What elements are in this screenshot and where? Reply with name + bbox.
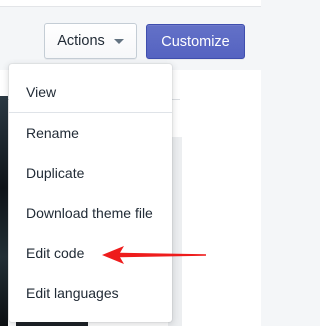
theme-preview-image [0,96,8,326]
customize-button[interactable]: Customize [146,24,245,59]
menu-divider [9,112,172,113]
menu-item-edit-languages[interactable]: Edit languages [9,275,172,311]
actions-button[interactable]: Actions [44,23,137,59]
annotation-arrow-icon [102,246,206,264]
menu-item-view[interactable]: View [9,74,172,110]
menu-item-duplicate[interactable]: Duplicate [9,155,172,191]
menu-item-rename[interactable]: Rename [9,115,172,151]
menu-item-download-theme-file[interactable]: Download theme file [9,195,172,231]
page-header-band [0,0,261,7]
actions-button-label: Actions [57,33,105,49]
actions-dropdown-menu: View Rename Duplicate Download theme fil… [9,64,172,322]
caret-down-icon [113,39,124,44]
